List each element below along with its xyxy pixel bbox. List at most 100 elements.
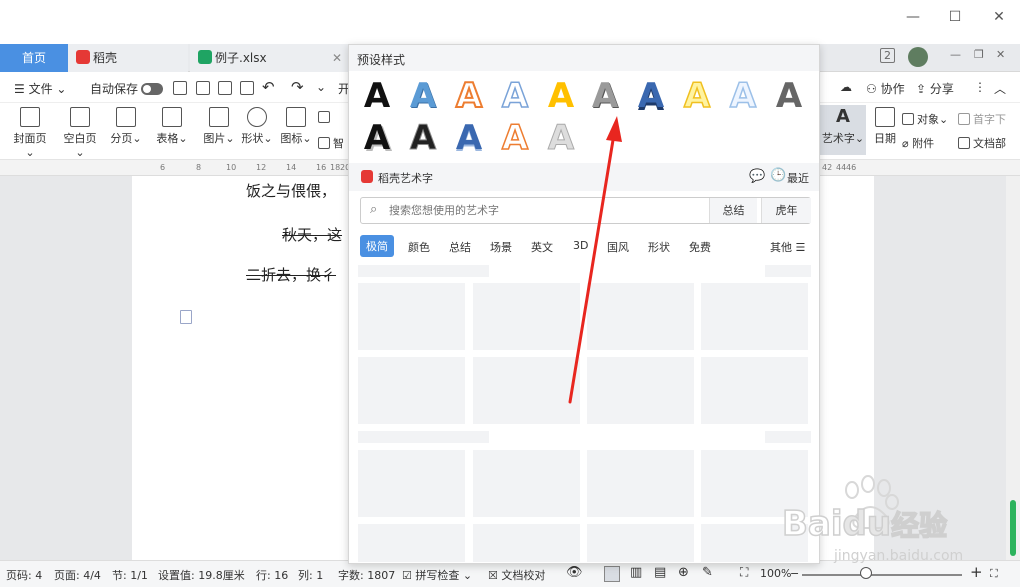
cover-page-button[interactable]: 封面页⌄: [10, 107, 50, 159]
print-icon[interactable]: [218, 81, 232, 95]
blank-page-button[interactable]: 空白页⌄: [60, 107, 100, 159]
cloud-icon[interactable]: ☁: [840, 80, 852, 94]
fullscreen-icon[interactable]: ⛶: [990, 567, 998, 581]
attachment-button[interactable]: ⌀ 附件: [902, 135, 934, 151]
doc-proof-button[interactable]: ☒ 文档校对: [488, 567, 545, 583]
pen-icon[interactable]: ✎: [702, 565, 713, 580]
template-placeholder[interactable]: [587, 450, 694, 517]
category-scene[interactable]: 场景: [490, 239, 512, 255]
save-icon[interactable]: [173, 81, 187, 95]
quick-access-more-icon[interactable]: ⌄: [316, 80, 326, 94]
outline-view-icon[interactable]: ▥: [630, 565, 642, 580]
redo-icon[interactable]: ↷: [291, 78, 304, 96]
template-placeholder[interactable]: [473, 357, 580, 424]
category-minimal[interactable]: 极简: [360, 235, 394, 257]
docpart-button[interactable]: 文档部: [958, 135, 1006, 151]
wordart-style-black-shadow[interactable]: A: [361, 119, 393, 157]
wordart-style-black[interactable]: A: [361, 77, 393, 115]
clock-icon[interactable]: 🕒: [770, 168, 786, 183]
shape-button[interactable]: 形状⌄: [240, 107, 274, 146]
wordart-style-black-outline[interactable]: A: [407, 119, 439, 158]
tab-restore-icon[interactable]: ❐: [974, 48, 984, 61]
spell-check-button[interactable]: ☑ 拼写检查 ⌄: [402, 567, 472, 583]
page-view-icon[interactable]: [604, 566, 620, 582]
fit-page-icon[interactable]: ⛶: [740, 565, 748, 580]
category-summary[interactable]: 总结: [449, 239, 471, 255]
tab-close-all-icon[interactable]: ✕: [996, 48, 1005, 61]
close-icon[interactable]: ✕: [984, 6, 1014, 28]
status-word-count[interactable]: 字数: 1807: [338, 567, 395, 583]
zoom-slider-knob[interactable]: [860, 567, 872, 579]
wordart-style-orange-glow[interactable]: A: [499, 118, 531, 158]
template-placeholder[interactable]: [358, 450, 465, 517]
wordart-style-light-blue-outline[interactable]: A: [727, 76, 759, 116]
category-chinese-style[interactable]: 国风: [607, 239, 629, 255]
preview-icon[interactable]: [240, 81, 254, 95]
template-placeholder[interactable]: [701, 524, 808, 562]
object-button[interactable]: 对象⌄: [902, 111, 948, 127]
wordart-style-dark-gray[interactable]: A: [773, 77, 805, 115]
template-placeholder[interactable]: [587, 524, 694, 562]
status-section[interactable]: 节: 1/1: [112, 567, 148, 583]
status-row[interactable]: 行: 16: [256, 567, 288, 583]
icon-button[interactable]: 图标⌄: [279, 107, 313, 146]
paste-options-icon[interactable]: [180, 310, 192, 324]
tab-close-icon[interactable]: ✕: [332, 44, 342, 72]
template-placeholder[interactable]: [358, 524, 465, 562]
page-break-button[interactable]: 分页⌄: [110, 107, 142, 146]
wordart-style-gray-gradient[interactable]: A: [589, 77, 621, 115]
category-more[interactable]: 其他 ☰: [770, 239, 805, 255]
wordart-style-blue-outline[interactable]: A: [499, 76, 531, 116]
file-menu[interactable]: ☰ 文件 ⌄: [14, 80, 66, 97]
status-setting-value[interactable]: 设置值: 19.8厘米: [158, 567, 245, 583]
status-pages[interactable]: 页面: 4/4: [54, 567, 101, 583]
wordart-style-orange-outline[interactable]: A: [453, 76, 485, 116]
share-button[interactable]: ⇪ 分享: [916, 80, 954, 97]
template-placeholder[interactable]: [587, 357, 694, 424]
category-3d[interactable]: 3D: [573, 239, 588, 252]
zoom-out-icon[interactable]: −: [790, 567, 799, 580]
tab-daoke[interactable]: 稻壳: [68, 44, 188, 72]
template-placeholder[interactable]: [701, 450, 808, 517]
template-placeholder[interactable]: [701, 283, 808, 350]
tab-home[interactable]: 首页: [0, 44, 68, 72]
template-placeholder[interactable]: [701, 357, 808, 424]
web-view-icon[interactable]: ⊕: [678, 565, 689, 580]
wordart-style-blue-3d[interactable]: A: [635, 77, 667, 115]
category-english[interactable]: 英文: [531, 239, 553, 255]
template-placeholder[interactable]: [473, 450, 580, 517]
template-placeholder[interactable]: [587, 283, 694, 350]
template-placeholder[interactable]: [358, 283, 465, 350]
export-icon[interactable]: [196, 81, 210, 95]
more-icon[interactable]: ⋮: [974, 80, 986, 94]
status-page-code[interactable]: 页码: 4: [6, 567, 42, 583]
minimize-icon[interactable]: —: [898, 6, 928, 28]
status-col[interactable]: 列: 1: [298, 567, 323, 583]
window-count-badge[interactable]: 2: [880, 48, 895, 63]
wordart-style-silver[interactable]: A: [545, 119, 577, 158]
date-button[interactable]: 日期: [870, 107, 900, 146]
wordart-button[interactable]: A 艺术字⌄: [820, 105, 866, 155]
category-free[interactable]: 免费: [689, 239, 711, 255]
tab-minimize-icon[interactable]: —: [950, 48, 961, 61]
collapse-ribbon-icon[interactable]: ︿: [994, 80, 1006, 97]
search-tag-tiger-year[interactable]: 虎年: [761, 198, 811, 223]
maximize-icon[interactable]: ☐: [940, 6, 970, 28]
category-color[interactable]: 颜色: [408, 239, 430, 255]
cooperate-button[interactable]: ⚇ 协作: [866, 80, 905, 97]
smart-graphic-button[interactable]: 智: [318, 135, 344, 151]
chart-small-icon[interactable]: [318, 111, 333, 124]
zoom-slider[interactable]: [802, 574, 962, 576]
wordart-style-blue[interactable]: A: [407, 77, 439, 115]
autosave-toggle[interactable]: [141, 82, 163, 96]
reading-view-icon[interactable]: ▤: [654, 565, 666, 580]
wordart-search-input[interactable]: [389, 201, 679, 220]
zoom-level[interactable]: 100%: [760, 567, 791, 580]
avatar[interactable]: [908, 47, 928, 67]
template-placeholder[interactable]: [358, 357, 465, 424]
wordart-style-gold[interactable]: A: [545, 77, 577, 115]
eye-icon[interactable]: 👁: [566, 565, 583, 580]
dropcap-button[interactable]: 首字下: [958, 111, 1006, 127]
zoom-in-icon[interactable]: +: [970, 563, 983, 581]
tab-file[interactable]: 例子.xlsx ✕: [190, 44, 350, 72]
